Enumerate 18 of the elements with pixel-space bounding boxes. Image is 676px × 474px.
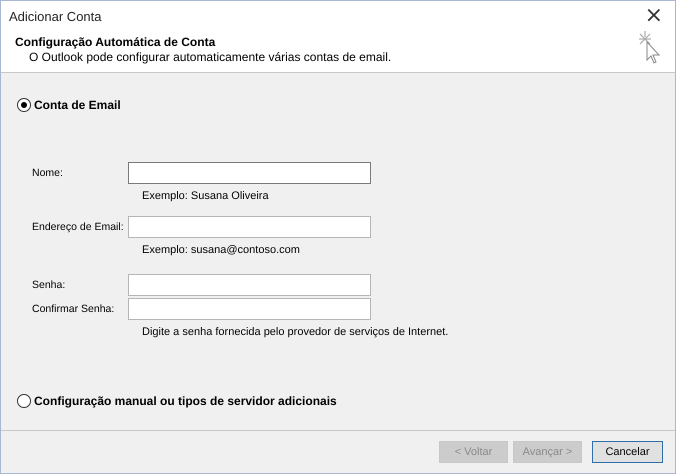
close-button[interactable]: × (640, 6, 667, 26)
radio-option[interactable]: Configuração manual ou tipos de servidor adicionais (17, 394, 659, 408)
hint-text: Digite a senha fornecida pelo provedor de serviços de Internet. (142, 326, 450, 338)
header-subtitle: O Outlook pode configurar automaticamente várias contas de email. (29, 50, 392, 64)
input-field[interactable] (128, 216, 371, 238)
hint-text: Exemplo: Susana Oliveira (142, 190, 270, 202)
hint-text: Exemplo: susana@contoso.com (142, 244, 301, 256)
radio-option[interactable]: Conta de Email (17, 98, 659, 112)
header-title: Configuração Automática de Conta (15, 35, 216, 49)
input-field[interactable] (128, 162, 371, 184)
field-label: Nome: (32, 167, 64, 179)
dialog-button[interactable]: Cancelar (592, 441, 663, 463)
input-field[interactable] (128, 298, 371, 320)
field-label: Confirmar Senha: (32, 303, 116, 315)
window-title: Adicionar Conta (9, 8, 102, 24)
input-field[interactable] (128, 274, 371, 296)
field-label: Senha: (32, 279, 66, 291)
field-label: Endereço de Email: (32, 221, 125, 233)
